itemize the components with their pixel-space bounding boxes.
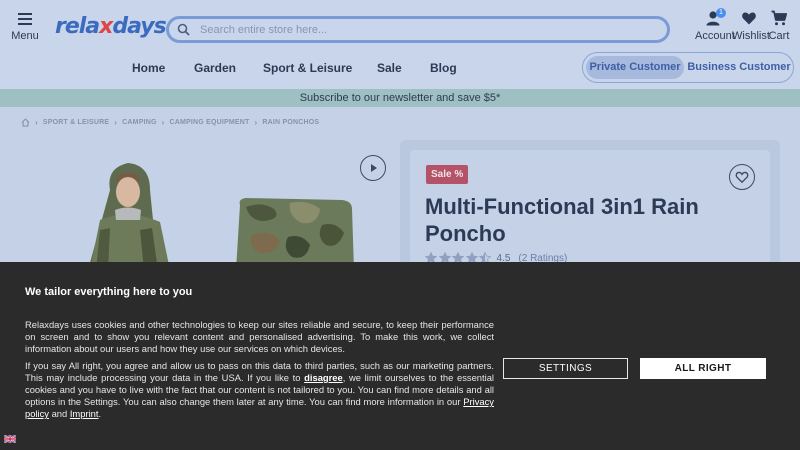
newsletter-bar[interactable]: Subscribe to our newsletter and save $5* xyxy=(0,89,800,107)
logo-part-x: x xyxy=(99,14,113,39)
relaxdays-logo[interactable]: relaxdays xyxy=(55,14,167,39)
breadcrumb-item[interactable]: RAIN PONCHOS xyxy=(262,119,319,126)
cart-button[interactable]: Cart xyxy=(767,10,791,42)
cookie-title: We tailor everything here to you xyxy=(25,286,193,298)
cart-label: Cart xyxy=(768,30,790,42)
product-image-model[interactable] xyxy=(70,160,190,270)
product-title: Multi-Functional 3in1 Rain Poncho xyxy=(425,194,699,246)
business-customer-button[interactable]: Business Customer xyxy=(686,56,792,79)
header-actions: 1 Account Wishlist Cart xyxy=(695,8,791,42)
breadcrumb-item[interactable]: CAMPING EQUIPMENT xyxy=(170,119,250,126)
logo-part: days xyxy=(112,14,166,39)
customer-type-toggle: Private Customer Business Customer xyxy=(582,52,794,83)
hamburger-icon xyxy=(18,13,32,25)
imprint-link[interactable]: Imprint xyxy=(70,408,99,419)
search-icon xyxy=(177,23,190,36)
product-image-pouch[interactable] xyxy=(232,195,357,270)
disagree-link[interactable]: disagree xyxy=(304,372,343,383)
play-icon xyxy=(371,164,377,172)
chevron-right-icon: › xyxy=(35,118,38,127)
cookie-text: . xyxy=(98,408,102,419)
nav-sport-leisure[interactable]: Sport & Leisure xyxy=(263,61,352,75)
heart-icon xyxy=(742,12,756,25)
menu-button[interactable]: Menu xyxy=(10,12,40,42)
add-to-wishlist-button[interactable] xyxy=(729,164,755,190)
chevron-right-icon: › xyxy=(161,118,165,127)
private-customer-button[interactable]: Private Customer xyxy=(586,56,684,79)
breadcrumb-item[interactable]: SPORT & LEISURE xyxy=(43,119,109,126)
heart-outline-icon xyxy=(735,171,749,184)
breadcrumb-item[interactable]: CAMPING xyxy=(122,119,156,126)
flag-uk-icon[interactable] xyxy=(4,435,16,443)
logo-part: rela xyxy=(55,14,100,39)
account-badge: 1 xyxy=(716,8,726,18)
cookie-accept-button[interactable]: ALL RIGHT xyxy=(640,358,766,379)
nav-blog[interactable]: Blog xyxy=(430,61,457,75)
site-header: Menu relaxdays 1 Account Wishlist xyxy=(0,0,800,90)
cookie-paragraph-1: Relaxdays uses cookies and other technol… xyxy=(25,319,494,354)
nav-garden[interactable]: Garden xyxy=(194,61,236,75)
chevron-right-icon: › xyxy=(254,118,258,127)
cookie-text: and xyxy=(48,408,70,419)
nav-home[interactable]: Home xyxy=(132,61,165,75)
nav-sale[interactable]: Sale xyxy=(377,61,402,75)
search-bar[interactable] xyxy=(166,16,670,43)
chevron-right-icon: › xyxy=(114,118,118,127)
cookie-paragraph-2: If you say All right, you agree and allo… xyxy=(25,360,494,420)
search-input[interactable] xyxy=(200,23,600,36)
cookie-settings-button[interactable]: SETTINGS xyxy=(503,358,628,379)
home-icon[interactable] xyxy=(21,118,30,127)
breadcrumb: › SPORT & LEISURE › CAMPING › CAMPING EQ… xyxy=(21,118,319,127)
menu-label: Menu xyxy=(11,30,39,42)
sale-badge: Sale % xyxy=(426,165,469,184)
play-video-button[interactable] xyxy=(360,155,386,181)
wishlist-label: Wishlist xyxy=(732,30,770,42)
account-button[interactable]: 1 Account xyxy=(695,8,735,42)
cart-icon xyxy=(771,10,787,26)
account-label: Account xyxy=(695,30,735,42)
wishlist-button[interactable]: Wishlist xyxy=(732,10,770,42)
cookie-consent-banner: We tailor everything here to you Relaxda… xyxy=(0,262,800,450)
